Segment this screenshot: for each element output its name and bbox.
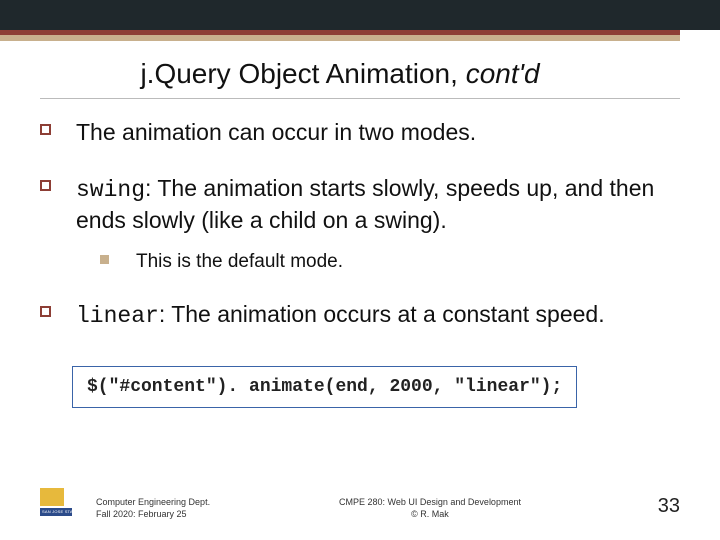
university-logo: SAN JOSE STATE (40, 488, 70, 522)
bullet-text: The animation can occur in two modes. (76, 119, 476, 145)
code-example: $("#content"). animate(end, 2000, "linea… (72, 366, 577, 408)
footer-center: CMPE 280: Web UI Design and Development … (290, 496, 570, 520)
footer-copyright: © R. Mak (290, 508, 570, 520)
bullet-keyword: linear (76, 303, 159, 329)
title-underline (40, 98, 680, 99)
logo-square-icon (40, 488, 64, 506)
title-contd: cont'd (466, 58, 540, 89)
footer-course: CMPE 280: Web UI Design and Development (290, 496, 570, 508)
slide-content: The animation can occur in two modes. sw… (40, 118, 680, 408)
bullet-item: linear: The animation occurs at a consta… (40, 300, 680, 332)
title-main: j.Query Object Animation, (140, 58, 465, 89)
square-bullet-icon (40, 180, 51, 191)
page-number: 33 (658, 495, 680, 518)
bullet-item: swing: The animation starts slowly, spee… (40, 174, 680, 274)
sub-bullet-text: This is the default mode. (136, 251, 343, 272)
square-bullet-icon (40, 124, 51, 135)
bullet-text: : The animation starts slowly, speeds up… (76, 175, 654, 233)
header-tan-band (0, 35, 680, 41)
footer-date: Fall 2020: February 25 (96, 508, 210, 520)
sub-bullet-item: This is the default mode. (100, 250, 680, 275)
slide-title: j.Query Object Animation, cont'd (0, 58, 680, 90)
filled-square-bullet-icon (100, 255, 109, 264)
footer-left: Computer Engineering Dept. Fall 2020: Fe… (96, 496, 210, 520)
footer-dept: Computer Engineering Dept. (96, 496, 210, 508)
square-bullet-icon (40, 306, 51, 317)
bullet-item: The animation can occur in two modes. (40, 118, 680, 148)
slide-footer: SAN JOSE STATE Computer Engineering Dept… (40, 482, 680, 522)
bullet-keyword: swing (76, 177, 145, 203)
logo-text: SAN JOSE STATE (42, 508, 78, 516)
header-dark-band (0, 0, 720, 30)
bullet-text: : The animation occurs at a constant spe… (159, 301, 605, 327)
